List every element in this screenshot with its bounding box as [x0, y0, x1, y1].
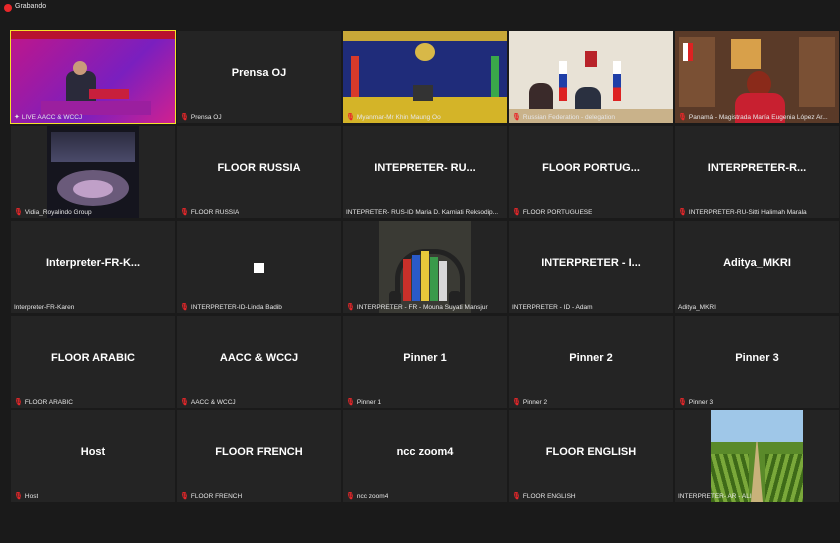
participant-name: FLOOR PORTUG... [542, 162, 640, 174]
participant-label: 🎙︎ FLOOR ENGLISH [512, 492, 576, 501]
participant-tile[interactable]: FLOOR ARABIC 🎙︎ FLOOR ARABIC [11, 316, 175, 408]
participant-tile[interactable]: ncc zoom4 🎙︎ ncc zoom4 [343, 410, 507, 502]
mic-off-icon: 🎙︎ [512, 209, 521, 216]
recording-label: Grabando [15, 3, 47, 10]
participant-label: 🎙︎ INTERPRETER - FR - Mouna Suyati Mansju… [346, 303, 488, 312]
books-headphones-image [379, 221, 471, 313]
participant-label: 🎙︎ INTERPRETER-RU-Sitti Halimah Marala [678, 208, 807, 217]
mic-off-icon: 🎙︎ [512, 399, 521, 406]
participant-name: Prensa OJ [231, 67, 287, 79]
mic-off-icon: 🎙︎ [180, 114, 189, 121]
participant-name: INTERPRETER - I... [541, 257, 641, 269]
mic-off-icon: 🎙︎ [14, 399, 23, 406]
participant-label: 🎙︎ AACC & WCCJ [180, 398, 236, 407]
participant-tile[interactable]: Pinner 3 🎙︎ Pinner 3 [675, 316, 839, 408]
participant-label: 🎙︎ FLOOR FRENCH [180, 492, 243, 501]
participant-tile[interactable]: FLOOR PORTUG... 🎙︎ FLOOR PORTUGUESE [509, 126, 673, 218]
russian-delegation-video [509, 31, 673, 123]
participant-name: AACC & WCCJ [219, 352, 299, 364]
participant-label: 🎙︎ Vidia_Royalindo Group [14, 208, 92, 217]
participant-label: INTERPRETER- AR - ALI [678, 493, 752, 500]
participant-tile[interactable]: 🎙︎ Russian Federation - delegation [509, 31, 673, 123]
participant-tile[interactable]: 🎙︎ Myanmar-Mr Khin Maung Oo [343, 31, 507, 123]
mic-off-icon: 🎙︎ [180, 399, 189, 406]
mic-off-icon: 🎙︎ [346, 304, 355, 311]
participant-name: FLOOR ENGLISH [545, 446, 637, 458]
participant-tile[interactable]: FLOOR RUSSIA 🎙︎ FLOOR RUSSIA [177, 126, 341, 218]
bottom-bar [0, 531, 840, 543]
participant-tile[interactable]: 🎙︎ INTERPRETER - FR - Mouna Suyati Mansju… [343, 221, 507, 313]
participant-label: 🎙︎ INTERPRETER-ID-Linda Badib [180, 303, 282, 312]
mic-off-icon: 🎙︎ [14, 493, 23, 500]
participant-tile[interactable]: Pinner 1 🎙︎ Pinner 1 [343, 316, 507, 408]
court-hall-video [343, 31, 507, 123]
mic-off-icon: 🎙︎ [180, 493, 189, 500]
participant-name: Host [80, 446, 106, 458]
participant-name: ncc zoom4 [396, 446, 454, 458]
participant-label: 🎙︎ Pinner 3 [678, 398, 714, 407]
participant-name: Pinner 3 [735, 352, 779, 364]
participant-tile[interactable]: AACC & WCCJ 🎙︎ AACC & WCCJ [177, 316, 341, 408]
participant-tile[interactable]: INTERPRETER-R... 🎙︎ INTERPRETER-RU-Sitti H… [675, 126, 839, 218]
participant-name: Pinner 1 [403, 352, 447, 364]
participant-tile[interactable]: 🎙︎ Vidia_Royalindo Group [11, 126, 175, 218]
participant-label: 🎙︎ FLOOR PORTUGUESE [512, 208, 593, 217]
participant-label: 🎙︎ FLOOR RUSSIA [180, 208, 240, 217]
participant-label: Aditya_MKRI [678, 304, 716, 311]
participant-tile[interactable]: Prensa OJ 🎙︎ Prensa OJ [177, 31, 341, 123]
participant-name: Aditya_MKRI [723, 257, 791, 269]
participant-name: FLOOR FRENCH [215, 446, 303, 458]
participant-name: Pinner 2 [569, 352, 613, 364]
screen-share-placeholder [254, 263, 264, 273]
participant-name: INTEPRETER- RU... [374, 162, 476, 174]
participant-tile[interactable]: FLOOR FRENCH 🎙︎ FLOOR FRENCH [177, 410, 341, 502]
mic-off-icon: 🎙︎ [180, 304, 189, 311]
participant-label: ✦ LIVE AACC & WCCJ [14, 113, 83, 122]
participant-label: INTERPRETER - ID - Adam [512, 304, 593, 311]
participant-name: Interpreter-FR-K... [45, 257, 141, 269]
conference-hall-video [47, 126, 139, 218]
participant-label: 🎙︎ Russian Federation - delegation [512, 113, 616, 122]
pin-icon: ✦ [14, 114, 20, 121]
recording-icon [4, 4, 12, 12]
participant-tile[interactable]: ✦ LIVE AACC & WCCJ [10, 30, 176, 124]
participant-tile[interactable]: INTERPRETER - I... INTERPRETER - ID - Ada… [509, 221, 673, 313]
participant-label: 🎙︎ Prensa OJ [180, 113, 222, 122]
participant-name: INTERPRETER-R... [707, 162, 807, 174]
mic-off-icon: 🎙︎ [346, 493, 355, 500]
mic-off-icon: 🎙︎ [512, 493, 521, 500]
participant-label: 🎙︎ FLOOR ARABIC [14, 398, 73, 407]
participant-label: 🎙︎ ncc zoom4 [346, 492, 389, 501]
mic-off-icon: 🎙︎ [180, 209, 189, 216]
participant-label: 🎙︎ Pinner 2 [512, 398, 548, 407]
mic-off-icon: 🎙︎ [14, 209, 23, 216]
participant-tile[interactable]: 🎙︎ INTERPRETER-ID-Linda Badib [177, 221, 341, 313]
mic-off-icon: 🎙︎ [678, 114, 687, 121]
live-stage-video [11, 31, 175, 123]
participant-tile[interactable]: 🎙︎ Panamá - Magistrada María Eugenia Lópe… [675, 31, 839, 123]
participant-label: 🎙︎ Myanmar-Mr Khin Maung Oo [346, 113, 441, 122]
mic-off-icon: 🎙︎ [512, 114, 521, 121]
mic-off-icon: 🎙︎ [678, 399, 687, 406]
participant-label: 🎙︎ Panamá - Magistrada María Eugenia Lópe… [678, 113, 828, 122]
mic-off-icon: 🎙︎ [346, 399, 355, 406]
participant-tile[interactable]: FLOOR ENGLISH 🎙︎ FLOOR ENGLISH [509, 410, 673, 502]
participant-label: 🎙︎ Host [14, 492, 39, 501]
top-bar: Grabando [0, 0, 840, 20]
participant-tile[interactable]: Host 🎙︎ Host [11, 410, 175, 502]
mic-off-icon: 🎙︎ [678, 209, 687, 216]
participant-tile[interactable]: Aditya_MKRI Aditya_MKRI [675, 221, 839, 313]
participant-tile[interactable]: Pinner 2 🎙︎ Pinner 2 [509, 316, 673, 408]
participant-tile[interactable]: INTERPRETER- AR - ALI [675, 410, 839, 502]
participant-label: 🎙︎ Pinner 1 [346, 398, 382, 407]
participant-tile[interactable]: Interpreter-FR-K... Interpreter-FR-Karen [11, 221, 175, 313]
participant-name: FLOOR RUSSIA [217, 162, 301, 174]
panama-magistrate-video [675, 31, 839, 123]
participant-tile[interactable]: INTEPRETER- RU... INTEPRETER- RUS-ID Mari… [343, 126, 507, 218]
participant-label: INTEPRETER- RUS-ID Maria D. Karniati Rek… [346, 209, 499, 216]
participant-label: Interpreter-FR-Karen [14, 304, 75, 311]
participant-name: FLOOR ARABIC [51, 352, 135, 364]
mic-off-icon: 🎙︎ [346, 114, 355, 121]
vineyard-image [711, 410, 803, 502]
